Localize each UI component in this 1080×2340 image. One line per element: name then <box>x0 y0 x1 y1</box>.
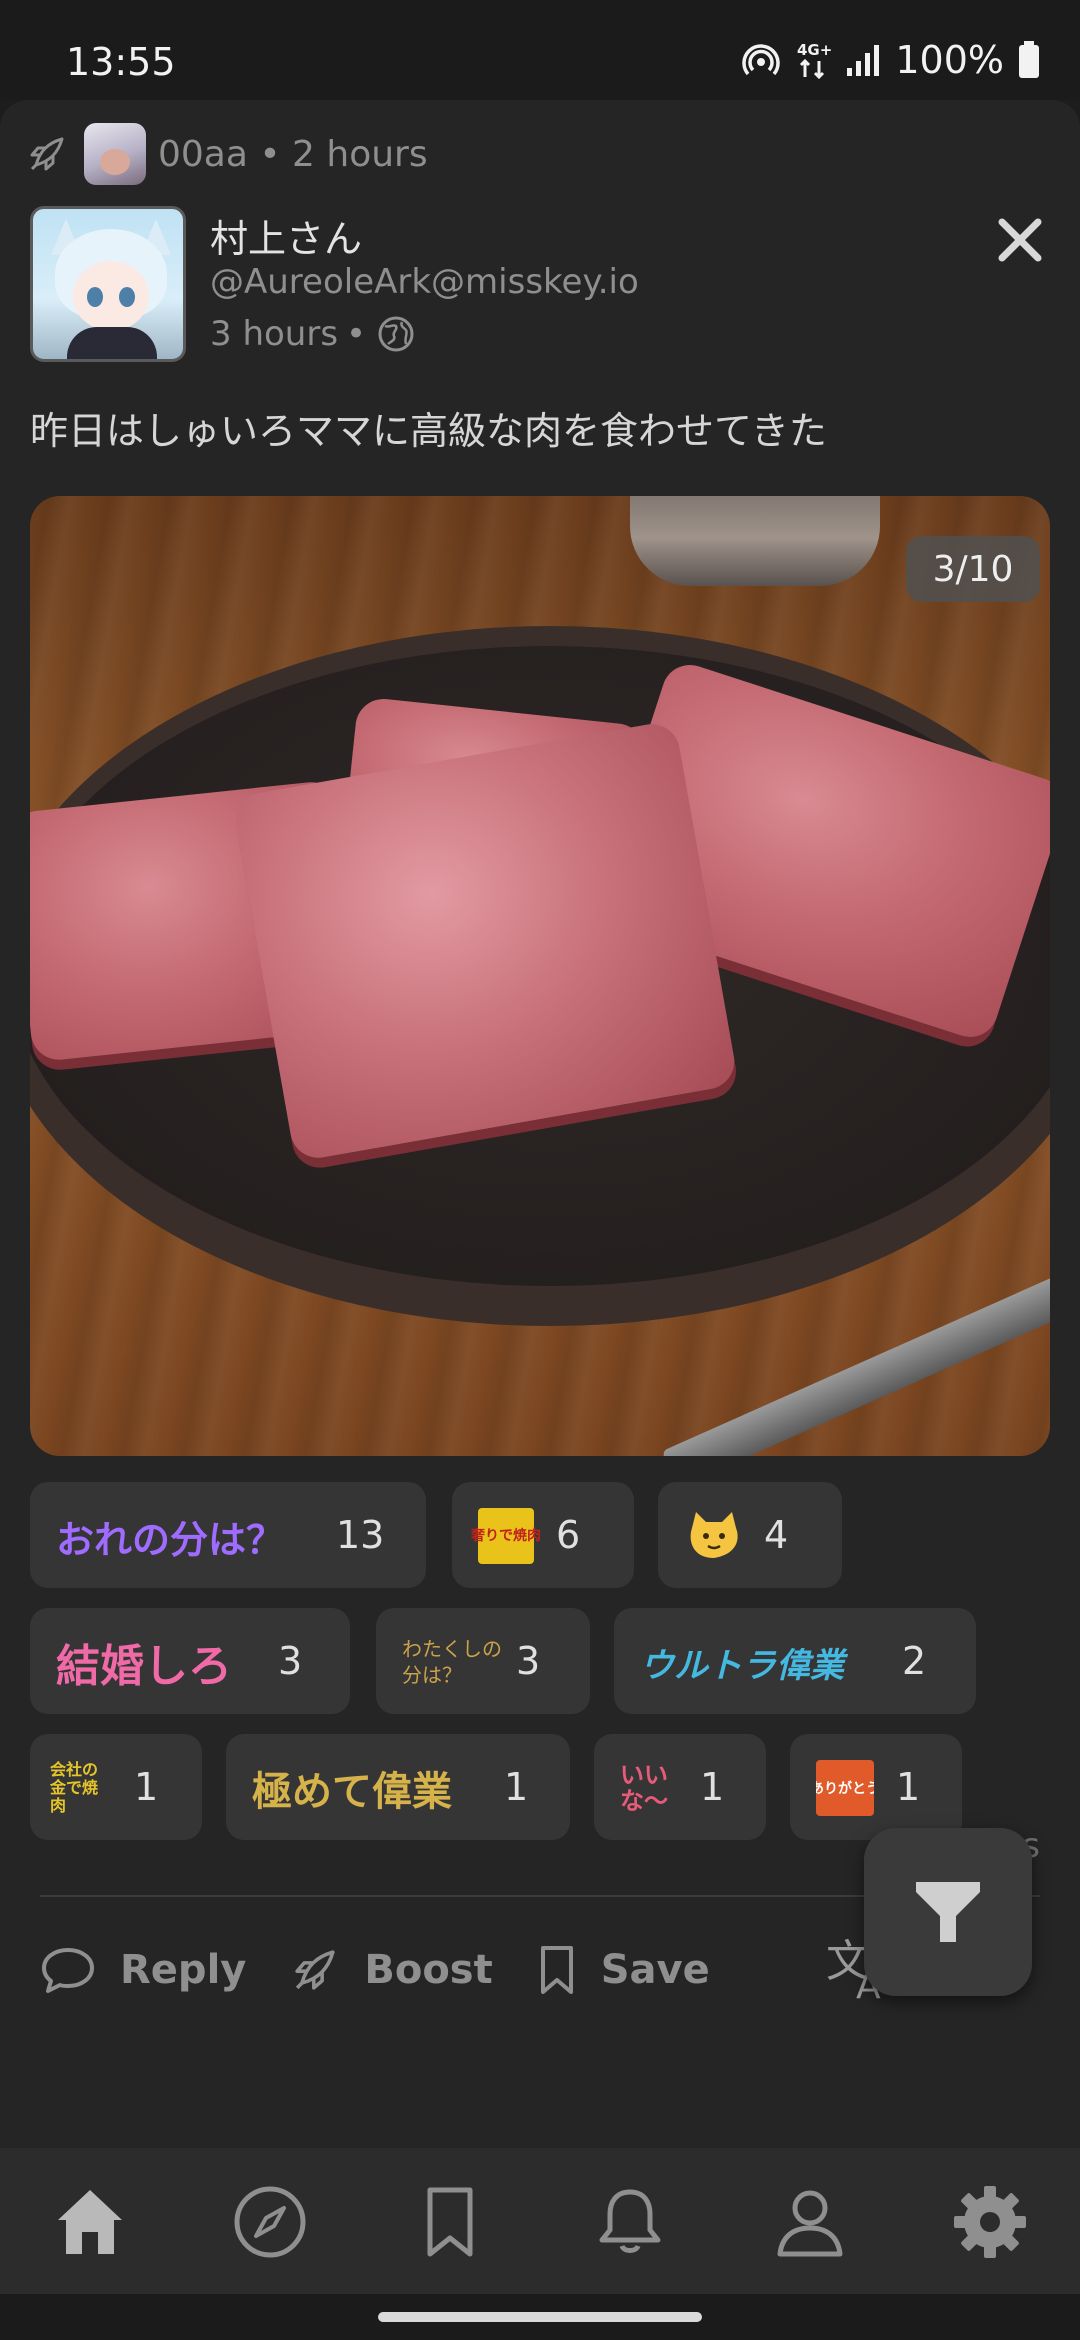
reaction-count: 1 <box>700 1765 725 1809</box>
author-handle[interactable]: @AureoleArk@misskey.io <box>210 262 639 302</box>
nav-settings[interactable] <box>952 2184 1028 2260</box>
reaction-count: 13 <box>336 1513 385 1557</box>
emoji-text: 結婚しろ <box>56 1641 232 1692</box>
emoji-text: ウルトラ偉業 <box>640 1645 844 1686</box>
custom-emoji: 結婚しろ <box>56 1634 232 1692</box>
reaction-chip[interactable]: いいな〜 1 <box>594 1734 766 1840</box>
avatar-eye <box>119 287 135 307</box>
cat-face-icon <box>690 1512 738 1558</box>
reaction-count: 2 <box>902 1639 927 1683</box>
custom-emoji: 奢りで焼肉 <box>471 1508 541 1564</box>
battery-percent: 100% <box>895 38 1004 82</box>
nav-home[interactable] <box>52 2184 128 2260</box>
photo-grill <box>630 496 880 586</box>
nav-profile[interactable] <box>772 2184 848 2260</box>
author-display-name[interactable]: 村上さん <box>210 208 362 263</box>
rocket-icon <box>30 137 64 171</box>
reaction-count: 3 <box>516 1639 541 1683</box>
emoji-text: 極めて偉業 <box>252 1768 452 1815</box>
post-meta: 3 hours • <box>210 314 416 354</box>
reaction-count: 4 <box>764 1513 789 1557</box>
bookmark-icon <box>540 1946 573 1994</box>
emoji-text: わたくしの分は？ <box>402 1637 502 1687</box>
reaction-count: 1 <box>504 1765 529 1809</box>
boost-label: Boost <box>364 1947 493 1993</box>
avatar-eye <box>87 287 103 307</box>
boost-button[interactable]: Boost <box>290 1945 493 1995</box>
post-time[interactable]: 3 hours <box>210 314 338 354</box>
home-icon <box>58 2190 122 2254</box>
status-time: 13:55 <box>66 40 176 84</box>
reaction-count: 3 <box>278 1639 303 1683</box>
reaction-count: 1 <box>896 1765 921 1809</box>
battery-icon <box>1019 41 1039 78</box>
cat-face-emoji <box>684 1508 744 1564</box>
custom-emoji: 極めて偉業 <box>252 1760 452 1816</box>
hotspot-icon <box>742 44 781 76</box>
custom-emoji: おれの分は？ <box>56 1508 284 1564</box>
nav-explore[interactable] <box>232 2184 308 2260</box>
close-button[interactable] <box>990 210 1050 270</box>
reply-button[interactable]: Reply <box>40 1945 246 1995</box>
filter-icon <box>916 1882 980 1942</box>
emoji-text: 奢りで焼肉 <box>471 1508 541 1564</box>
status-icons: 4G+ 100% <box>741 38 1040 82</box>
svg-text:4G+: 4G+ <box>797 41 831 59</box>
reaction-chip[interactable]: わたくしの分は？ 3 <box>376 1608 590 1714</box>
settings-icon <box>954 2186 1026 2258</box>
post-card[interactable]: 00aa • 2 hours 村上さん @AureoleArk@misskey.… <box>0 100 1080 2148</box>
avatar-body <box>67 327 157 359</box>
status-bar: 13:55 4G+ 100% <box>0 0 1080 100</box>
reaction-chip[interactable]: 極めて偉業 1 <box>226 1734 570 1840</box>
signal-icon <box>847 45 880 76</box>
author-avatar[interactable] <box>30 206 186 362</box>
custom-emoji: ウルトラ偉業 <box>640 1634 844 1690</box>
nav-notifications[interactable] <box>592 2184 668 2260</box>
reaction-chip[interactable]: 4 <box>658 1482 842 1588</box>
bookmarks-icon <box>427 2187 473 2257</box>
profile-icon <box>777 2190 843 2257</box>
boost-header[interactable]: 00aa • 2 hours <box>26 120 428 188</box>
emoji-text: ありがとう <box>816 1760 874 1816</box>
emoji-text: おれの分は？ <box>56 1517 285 1562</box>
reaction-chip[interactable]: 結婚しろ 3 <box>30 1608 350 1714</box>
save-button[interactable]: Save <box>537 1944 710 1996</box>
rocket-icon <box>295 1950 336 1990</box>
notifications-icon <box>599 2189 661 2253</box>
home-indicator[interactable] <box>378 2312 702 2322</box>
custom-emoji: 会社の金で焼肉 <box>50 1760 110 1816</box>
media-counter: 3/10 <box>906 536 1040 602</box>
custom-emoji: いいな〜 <box>620 1760 680 1816</box>
reaction-count: 1 <box>134 1765 159 1809</box>
network-4g-icon: 4G+ <box>797 41 831 80</box>
reply-label: Reply <box>120 1947 247 1993</box>
boost-text: 00aa • 2 hours <box>158 133 428 175</box>
photo-meat <box>231 719 739 1163</box>
reaction-chip[interactable]: おれの分は？ 13 <box>30 1482 426 1588</box>
post-actions: Reply Boost Save <box>40 1930 754 2010</box>
emoji-text: いいな〜 <box>620 1761 668 1815</box>
reaction-chip[interactable]: ウルトラ偉業 2 <box>614 1608 976 1714</box>
reaction-chip[interactable]: ありがとう 1 <box>790 1734 962 1840</box>
reply-icon <box>42 1948 94 1993</box>
bottom-nav <box>0 2148 1080 2294</box>
meta-separator: • <box>346 314 367 354</box>
reaction-chip[interactable]: 会社の金で焼肉 1 <box>30 1734 202 1840</box>
explore-icon <box>234 2186 306 2258</box>
booster-avatar[interactable] <box>84 123 146 185</box>
custom-emoji: ありがとう <box>816 1760 874 1816</box>
custom-emoji: わたくしの分は？ <box>402 1634 502 1690</box>
save-label: Save <box>600 1947 710 1993</box>
post-text: 昨日はしゅいろママに高級な肉を食わせてきた <box>30 409 827 453</box>
emoji-text: 会社の金で焼肉 <box>50 1760 99 1815</box>
reaction-chip[interactable]: 奢りで焼肉 6 <box>452 1482 634 1588</box>
filter-button[interactable] <box>864 1828 1032 1996</box>
post-photo[interactable]: 3/10 <box>30 496 1050 1456</box>
avatar-face <box>73 261 149 331</box>
reaction-count: 6 <box>556 1513 581 1557</box>
globe-icon <box>378 316 414 352</box>
nav-bookmarks[interactable] <box>412 2184 488 2260</box>
